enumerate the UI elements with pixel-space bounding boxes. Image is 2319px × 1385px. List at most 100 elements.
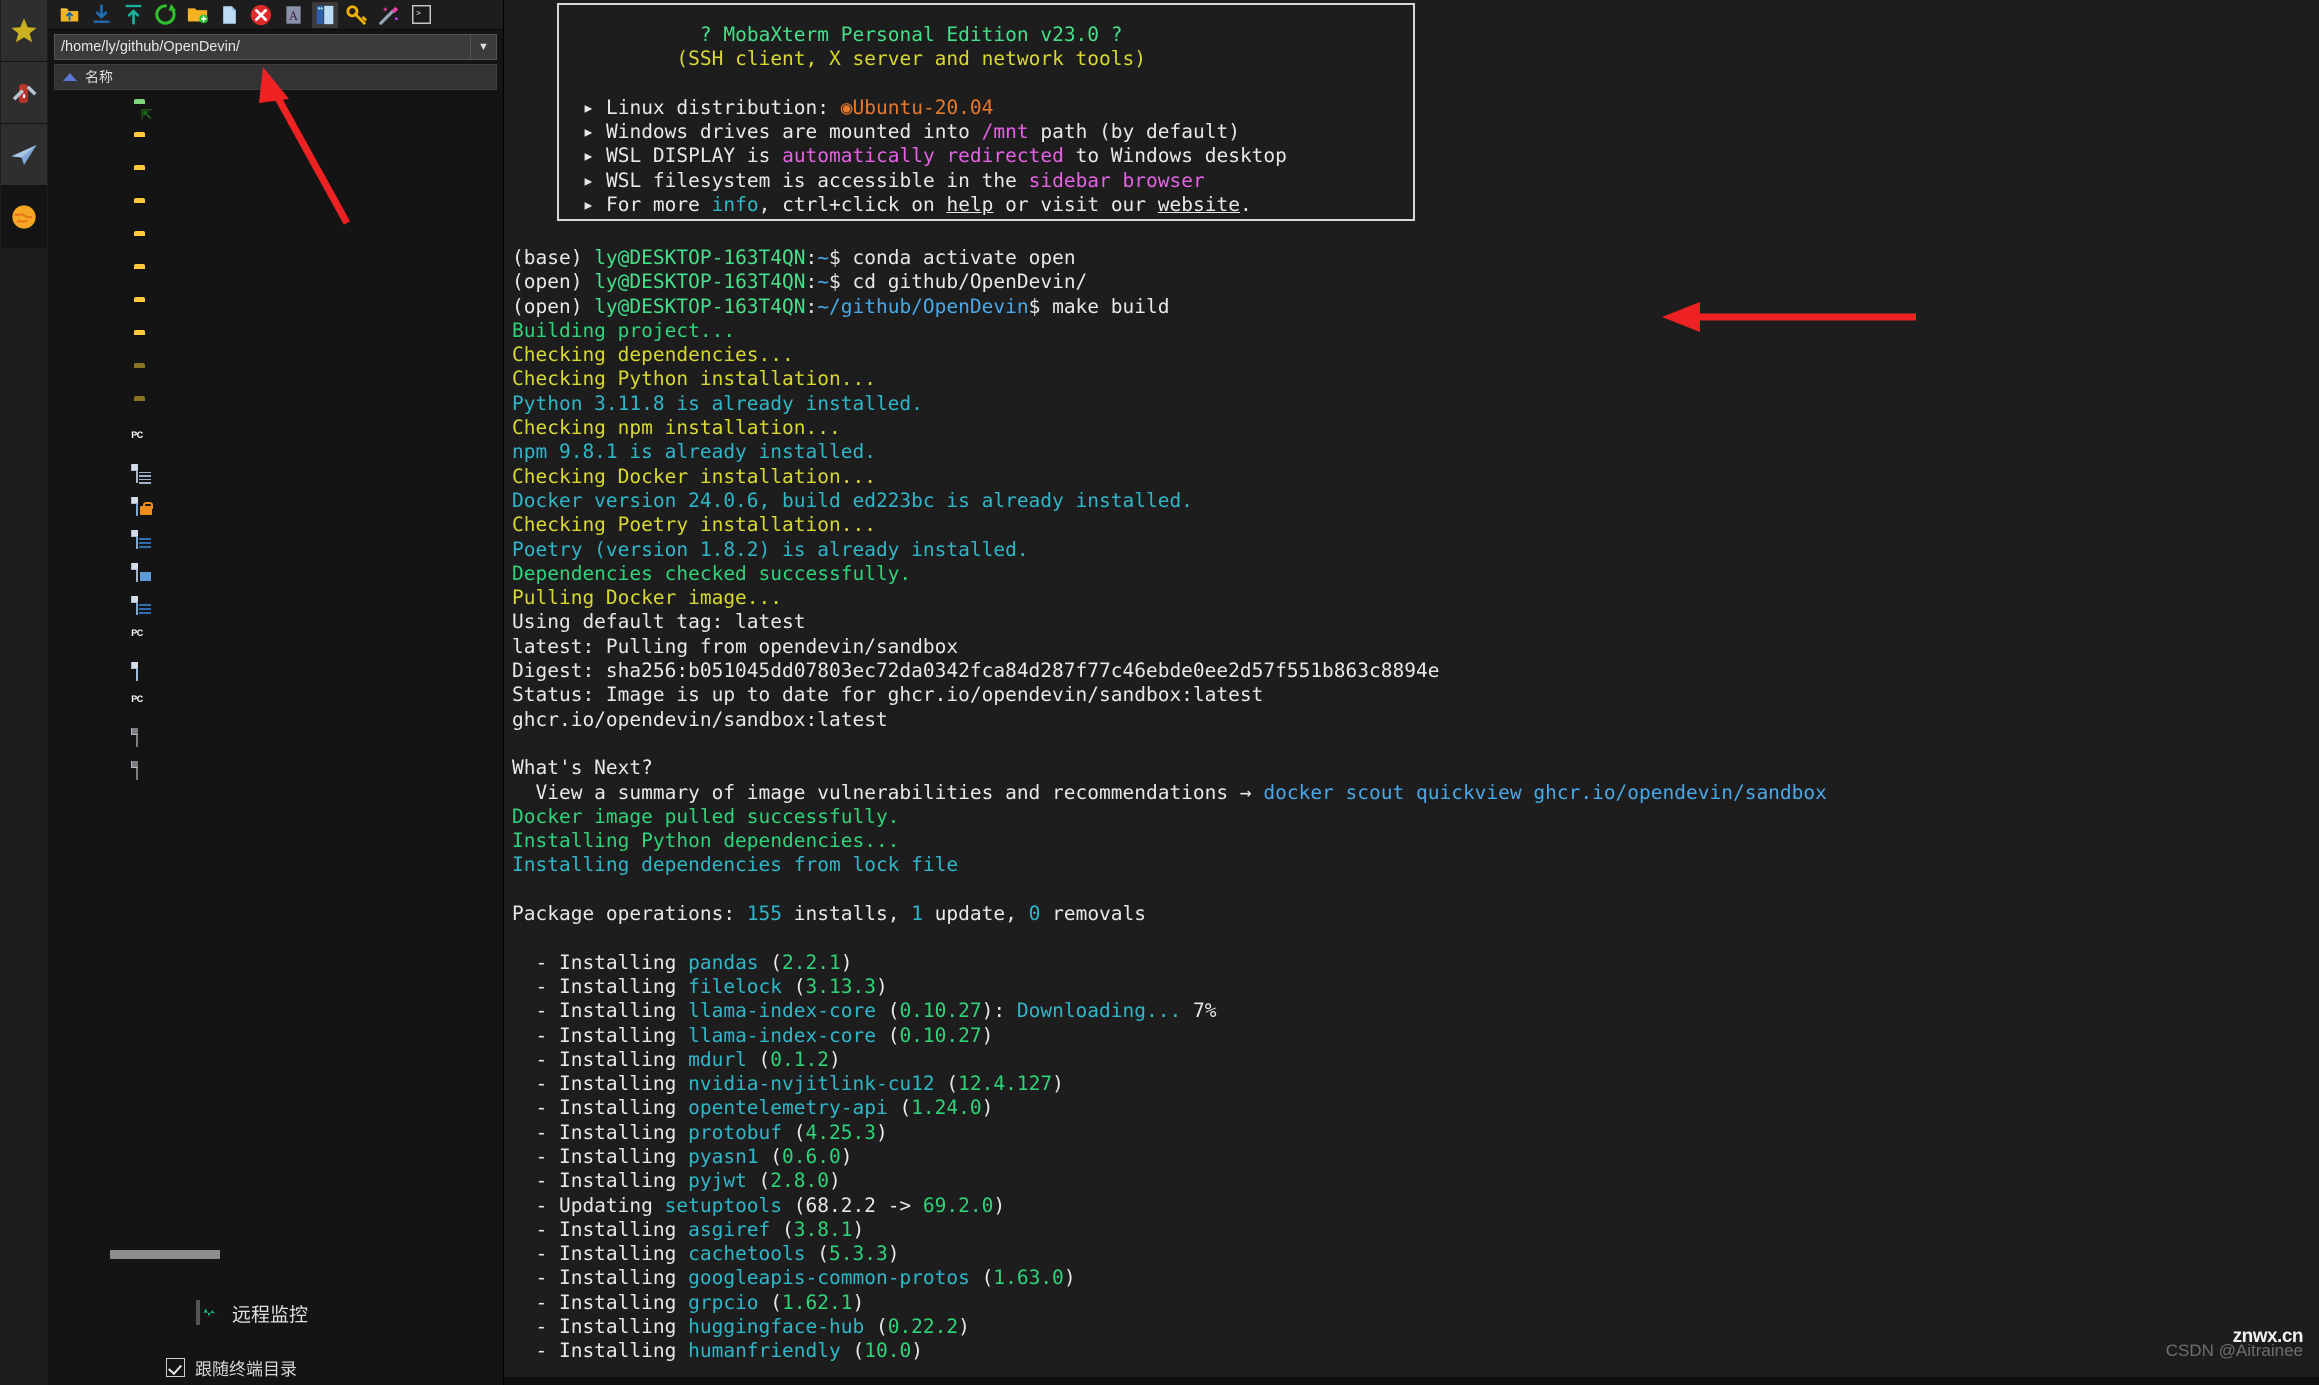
banner-bullet: ▸ WSL DISPLAY is automatically redirecte…: [559, 144, 1287, 168]
doc-grey-icon: [134, 727, 158, 751]
terminal-line: Docker version 24.0.6, build ed223bc is …: [512, 488, 1193, 512]
file-list-item[interactable]: [48, 657, 503, 690]
magic-wand-button[interactable]: [376, 2, 402, 28]
path-input-value: /home/ly/github/OpenDevin/: [61, 39, 240, 55]
lock-icon: [134, 496, 158, 520]
terminal-whats-next-line: View a summary of image vulnerabilities …: [512, 780, 1827, 804]
file-list-item[interactable]: [48, 459, 503, 492]
globe-icon[interactable]: [1, 186, 47, 248]
file-list-item[interactable]: [48, 756, 503, 789]
terminal-package-line: - Installing asgiref (3.8.1): [512, 1217, 865, 1241]
file-list-item[interactable]: ⇱: [48, 96, 503, 129]
permissions-key-button[interactable]: [344, 2, 370, 28]
terminal-package-line: - Installing pyasn1 (0.6.0): [512, 1144, 853, 1168]
terminal-package-line: - Installing pyjwt (2.8.0): [512, 1169, 841, 1193]
file-list-item[interactable]: PC: [48, 426, 503, 459]
terminal-line: Pulling Docker image...: [512, 586, 783, 610]
delete-button[interactable]: [248, 2, 274, 28]
download-button[interactable]: [88, 2, 114, 28]
svg-text:A: A: [288, 8, 298, 22]
terminal-line: Checking dependencies...: [512, 343, 794, 367]
file-list-item[interactable]: [48, 558, 503, 591]
terminal-package-line: - Installing pandas (2.2.1): [512, 950, 853, 974]
horizontal-scrollbar[interactable]: [110, 1250, 220, 1259]
terminal-line: Python 3.11.8 is already installed.: [512, 391, 923, 415]
file-list-item[interactable]: [48, 393, 503, 426]
banner-bullet: ▸ WSL filesystem is accessible in the si…: [559, 168, 1205, 192]
terminal-package-line: - Installing opentelemetry-api (1.24.0): [512, 1096, 994, 1120]
split-view-button[interactable]: [312, 1, 338, 28]
checkbox-checked-icon: [166, 1358, 185, 1377]
remote-monitoring-label: 远程监控: [232, 1305, 309, 1326]
terminal-line: npm 9.8.1 is already installed.: [512, 440, 876, 464]
terminal-line: ghcr.io/opendevin/sandbox:latest: [512, 707, 888, 731]
text-mode-button[interactable]: A: [280, 2, 306, 28]
new-folder-button[interactable]: [184, 2, 210, 28]
file-list-item[interactable]: PC: [48, 690, 503, 723]
file-list-item[interactable]: [48, 294, 503, 327]
file-list-item[interactable]: [48, 129, 503, 162]
terminal-package-line: - Installing humanfriendly (10.0): [512, 1339, 923, 1363]
new-file-button[interactable]: [216, 2, 242, 28]
file-list-item[interactable]: [48, 591, 503, 624]
terminal-line: Checking npm installation...: [512, 416, 841, 440]
terminal-package-line: - Installing huggingface-hub (0.22.2): [512, 1315, 970, 1339]
column-header-label: 名称: [85, 69, 113, 85]
terminal-line: What's Next?: [512, 756, 653, 780]
file-list-item[interactable]: [48, 525, 503, 558]
folder-icon: [134, 234, 158, 256]
terminal-package-line: - Installing protobuf (4.25.3): [512, 1120, 888, 1144]
banner-bullet: ▸ Windows drives are mounted into /mnt p…: [559, 120, 1240, 144]
watermark-secondary: CSDN @Aitrainee: [2165, 1341, 2303, 1360]
file-list-item[interactable]: [48, 162, 503, 195]
file-list-item[interactable]: PC: [48, 624, 503, 657]
folder-icon: [134, 168, 158, 190]
refresh-button[interactable]: [152, 2, 178, 28]
folder-icon: [134, 333, 158, 355]
file-list-item[interactable]: [48, 261, 503, 294]
bottom-bar: [504, 1377, 2319, 1385]
sort-ascending-icon: [63, 73, 77, 81]
doc-plain-icon: [134, 661, 158, 685]
upload-button[interactable]: [120, 2, 146, 28]
terminal-package-line: - Installing filelock (3.13.3): [512, 974, 888, 998]
follow-terminal-folder-label: 跟随终端目录: [195, 1360, 297, 1379]
terminal-line: Building project...: [512, 318, 736, 342]
terminal-line: Using default tag: latest: [512, 610, 806, 634]
follow-terminal-folder-checkbox[interactable]: 跟随终端目录: [166, 1355, 297, 1380]
file-list-item[interactable]: [48, 195, 503, 228]
terminal-package-line: - Installing llama-index-core (0.10.27):…: [512, 999, 1217, 1023]
path-input[interactable]: /home/ly/github/OpenDevin/ ▼: [54, 34, 497, 60]
terminal-line: latest: Pulling from opendevin/sandbox: [512, 634, 959, 658]
folder-icon: [134, 201, 158, 223]
banner-title: ? MobaXterm Personal Edition v23.0 ?: [559, 23, 1123, 46]
file-list-item[interactable]: [48, 723, 503, 756]
mobaxterm-window: A > /home/ly/github/OpenDevin/ ▼ 名称 ⇱ PC P…: [0, 0, 2319, 1385]
svg-text:>: >: [416, 8, 421, 17]
terminal-line: Docker image pulled successfully.: [512, 804, 900, 828]
terminal-pane[interactable]: ? MobaXterm Personal Edition v23.0 ? (SS…: [504, 0, 2319, 1385]
remote-monitoring-button[interactable]: 远程监控: [196, 1299, 309, 1327]
banner-bullet: ▸ For more info, ctrl+click on help or v…: [559, 193, 1252, 217]
file-list-item[interactable]: [48, 228, 503, 261]
star-icon[interactable]: [1, 0, 47, 62]
terminal-package-operations: Package operations: 155 installs, 1 upda…: [512, 902, 1147, 926]
file-list-item[interactable]: [48, 492, 503, 525]
folder-hidden-icon: [134, 399, 158, 421]
terminal-line: Installing dependencies from lock file: [512, 853, 959, 877]
terminal-button[interactable]: >: [408, 2, 434, 28]
terminal-package-line: - Installing cachetools (5.3.3): [512, 1242, 900, 1266]
column-header-name[interactable]: 名称: [54, 64, 497, 90]
file-list[interactable]: ⇱ PC PC PC: [48, 90, 503, 1235]
doc-grey-icon: [134, 760, 158, 784]
chevron-down-icon[interactable]: ▼: [470, 35, 496, 59]
parent-icon: ⇱: [141, 106, 152, 122]
tools-knife-icon[interactable]: [1, 62, 47, 124]
parent-folder-button[interactable]: [56, 2, 82, 28]
pycharm-icon: PC: [131, 627, 143, 638]
doc-blue-icon: [134, 529, 158, 553]
paper-plane-icon[interactable]: [1, 124, 47, 186]
file-list-item[interactable]: [48, 360, 503, 393]
file-list-item[interactable]: [48, 327, 503, 360]
